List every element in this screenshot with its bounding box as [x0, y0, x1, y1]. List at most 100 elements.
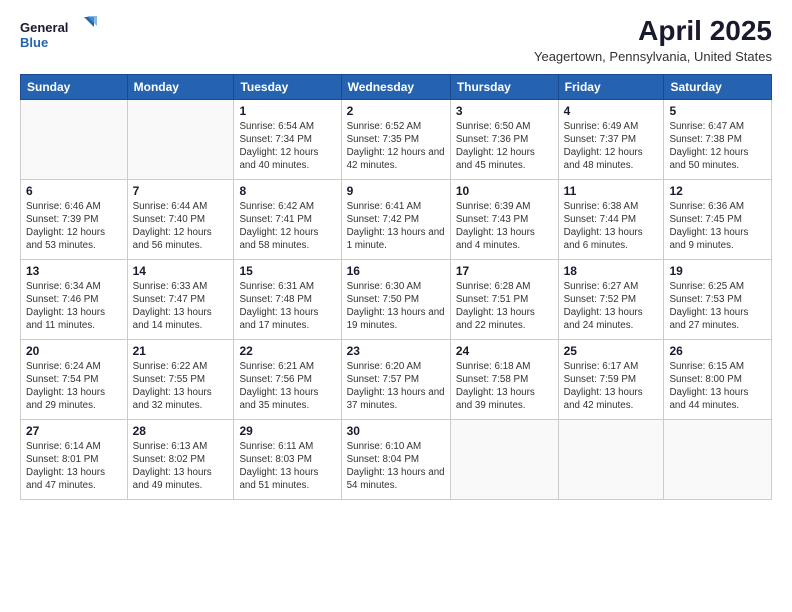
calendar-header: SundayMondayTuesdayWednesdayThursdayFrid… — [21, 74, 772, 99]
day-info: Sunrise: 6:28 AMSunset: 7:51 PMDaylight:… — [456, 280, 553, 333]
logo-svg: General Blue — [20, 16, 100, 56]
day-info: Sunrise: 6:39 AMSunset: 7:43 PMDaylight:… — [456, 200, 553, 253]
svg-text:General: General — [20, 20, 68, 35]
day-info: Sunrise: 6:36 AMSunset: 7:45 PMDaylight:… — [669, 200, 766, 253]
week-row-3: 13Sunrise: 6:34 AMSunset: 7:46 PMDayligh… — [21, 259, 772, 339]
day-number: 1 — [239, 104, 335, 118]
day-info: Sunrise: 6:52 AMSunset: 7:35 PMDaylight:… — [347, 120, 445, 173]
day-number: 19 — [669, 264, 766, 278]
calendar-cell: 30Sunrise: 6:10 AMSunset: 8:04 PMDayligh… — [341, 419, 450, 499]
header: General Blue April 2025 Yeagertown, Penn… — [20, 16, 772, 64]
day-info: Sunrise: 6:13 AMSunset: 8:02 PMDaylight:… — [133, 440, 229, 493]
day-number: 6 — [26, 184, 122, 198]
calendar-cell: 12Sunrise: 6:36 AMSunset: 7:45 PMDayligh… — [664, 179, 772, 259]
week-row-2: 6Sunrise: 6:46 AMSunset: 7:39 PMDaylight… — [21, 179, 772, 259]
day-number: 2 — [347, 104, 445, 118]
calendar-cell: 1Sunrise: 6:54 AMSunset: 7:34 PMDaylight… — [234, 99, 341, 179]
day-info: Sunrise: 6:18 AMSunset: 7:58 PMDaylight:… — [456, 360, 553, 413]
day-number: 14 — [133, 264, 229, 278]
header-wednesday: Wednesday — [341, 74, 450, 99]
day-info: Sunrise: 6:50 AMSunset: 7:36 PMDaylight:… — [456, 120, 553, 173]
day-number: 5 — [669, 104, 766, 118]
calendar-cell: 2 Sunrise: 6:52 AMSunset: 7:35 PMDaylight… — [341, 99, 450, 179]
calendar-cell — [558, 419, 664, 499]
day-info: Sunrise: 6:14 AMSunset: 8:01 PMDaylight:… — [26, 440, 122, 493]
calendar-cell: 22 Sunrise: 6:21 AMSunset: 7:56 PMDayligh… — [234, 339, 341, 419]
day-number: 24 — [456, 344, 553, 358]
calendar-cell: 7 Sunrise: 6:44 AMSunset: 7:40 PMDaylight… — [127, 179, 234, 259]
calendar-cell — [127, 99, 234, 179]
day-number: 3 — [456, 104, 553, 118]
week-row-1: 1Sunrise: 6:54 AMSunset: 7:34 PMDaylight… — [21, 99, 772, 179]
calendar-cell: 24 Sunrise: 6:18 AMSunset: 7:58 PMDayligh… — [450, 339, 558, 419]
day-number: 21 — [133, 344, 229, 358]
day-info: Sunrise: 6:20 AMSunset: 7:57 PMDaylight:… — [347, 360, 445, 413]
day-info: Sunrise: 6:38 AMSunset: 7:44 PMDaylight:… — [564, 200, 659, 253]
calendar-cell: 17 Sunrise: 6:28 AMSunset: 7:51 PMDayligh… — [450, 259, 558, 339]
day-number: 10 — [456, 184, 553, 198]
calendar-cell: 16 Sunrise: 6:30 AMSunset: 7:50 PMDayligh… — [341, 259, 450, 339]
day-info: Sunrise: 6:33 AMSunset: 7:47 PMDaylight:… — [133, 280, 229, 333]
calendar-cell: 18 Sunrise: 6:27 AMSunset: 7:52 PMDayligh… — [558, 259, 664, 339]
day-info: Sunrise: 6:24 AMSunset: 7:54 PMDaylight:… — [26, 360, 122, 413]
day-number: 13 — [26, 264, 122, 278]
calendar-cell: 13Sunrise: 6:34 AMSunset: 7:46 PMDayligh… — [21, 259, 128, 339]
day-number: 18 — [564, 264, 659, 278]
calendar-cell — [664, 419, 772, 499]
header-sunday: Sunday — [21, 74, 128, 99]
calendar-cell: 14 Sunrise: 6:33 AMSunset: 7:47 PMDayligh… — [127, 259, 234, 339]
day-info: Sunrise: 6:10 AMSunset: 8:04 PMDaylight:… — [347, 440, 445, 493]
day-number: 20 — [26, 344, 122, 358]
day-number: 9 — [347, 184, 445, 198]
calendar-table: SundayMondayTuesdayWednesdayThursdayFrid… — [20, 74, 772, 500]
calendar-cell — [21, 99, 128, 179]
calendar-cell: 26Sunrise: 6:15 AMSunset: 8:00 PMDayligh… — [664, 339, 772, 419]
day-info: Sunrise: 6:11 AMSunset: 8:03 PMDaylight:… — [239, 440, 335, 493]
calendar-cell: 21Sunrise: 6:22 AMSunset: 7:55 PMDayligh… — [127, 339, 234, 419]
day-number: 22 — [239, 344, 335, 358]
month-title: April 2025 — [534, 16, 772, 47]
calendar-cell: 27 Sunrise: 6:14 AMSunset: 8:01 PMDayligh… — [21, 419, 128, 499]
calendar-cell: 29 Sunrise: 6:11 AMSunset: 8:03 PMDayligh… — [234, 419, 341, 499]
day-number: 7 — [133, 184, 229, 198]
calendar-cell: 6Sunrise: 6:46 AMSunset: 7:39 PMDaylight… — [21, 179, 128, 259]
day-number: 27 — [26, 424, 122, 438]
day-number: 23 — [347, 344, 445, 358]
calendar-cell: 9 Sunrise: 6:41 AMSunset: 7:42 PMDaylight… — [341, 179, 450, 259]
header-thursday: Thursday — [450, 74, 558, 99]
day-number: 26 — [669, 344, 766, 358]
day-info: Sunrise: 6:44 AMSunset: 7:40 PMDaylight:… — [133, 200, 229, 253]
day-info: Sunrise: 6:31 AMSunset: 7:48 PMDaylight:… — [239, 280, 335, 333]
logo: General Blue — [20, 16, 100, 56]
calendar-cell: 3 Sunrise: 6:50 AMSunset: 7:36 PMDaylight… — [450, 99, 558, 179]
day-number: 28 — [133, 424, 229, 438]
day-info: Sunrise: 6:41 AMSunset: 7:42 PMDaylight:… — [347, 200, 445, 253]
calendar-cell: 5 Sunrise: 6:47 AMSunset: 7:38 PMDaylight… — [664, 99, 772, 179]
day-info: Sunrise: 6:21 AMSunset: 7:56 PMDaylight:… — [239, 360, 335, 413]
day-info: Sunrise: 6:17 AMSunset: 7:59 PMDaylight:… — [564, 360, 659, 413]
calendar-cell: 10 Sunrise: 6:39 AMSunset: 7:43 PMDayligh… — [450, 179, 558, 259]
location-subtitle: Yeagertown, Pennsylvania, United States — [534, 49, 772, 64]
day-number: 17 — [456, 264, 553, 278]
day-info: Sunrise: 6:30 AMSunset: 7:50 PMDaylight:… — [347, 280, 445, 333]
day-number: 16 — [347, 264, 445, 278]
day-info: Sunrise: 6:47 AMSunset: 7:38 PMDaylight:… — [669, 120, 766, 173]
calendar-cell: 28 Sunrise: 6:13 AMSunset: 8:02 PMDayligh… — [127, 419, 234, 499]
page: General Blue April 2025 Yeagertown, Penn… — [0, 0, 792, 612]
calendar-body: 1Sunrise: 6:54 AMSunset: 7:34 PMDaylight… — [21, 99, 772, 499]
header-monday: Monday — [127, 74, 234, 99]
day-info: Sunrise: 6:27 AMSunset: 7:52 PMDaylight:… — [564, 280, 659, 333]
calendar-cell: 15Sunrise: 6:31 AMSunset: 7:48 PMDayligh… — [234, 259, 341, 339]
calendar-cell: 19 Sunrise: 6:25 AMSunset: 7:53 PMDayligh… — [664, 259, 772, 339]
calendar-cell: 23 Sunrise: 6:20 AMSunset: 7:57 PMDayligh… — [341, 339, 450, 419]
calendar-cell: 20 Sunrise: 6:24 AMSunset: 7:54 PMDayligh… — [21, 339, 128, 419]
svg-text:Blue: Blue — [20, 35, 48, 50]
header-saturday: Saturday — [664, 74, 772, 99]
header-row: SundayMondayTuesdayWednesdayThursdayFrid… — [21, 74, 772, 99]
day-number: 29 — [239, 424, 335, 438]
day-number: 8 — [239, 184, 335, 198]
day-info: Sunrise: 6:25 AMSunset: 7:53 PMDaylight:… — [669, 280, 766, 333]
day-number: 4 — [564, 104, 659, 118]
calendar-cell: 11Sunrise: 6:38 AMSunset: 7:44 PMDayligh… — [558, 179, 664, 259]
day-info: Sunrise: 6:49 AMSunset: 7:37 PMDaylight:… — [564, 120, 659, 173]
